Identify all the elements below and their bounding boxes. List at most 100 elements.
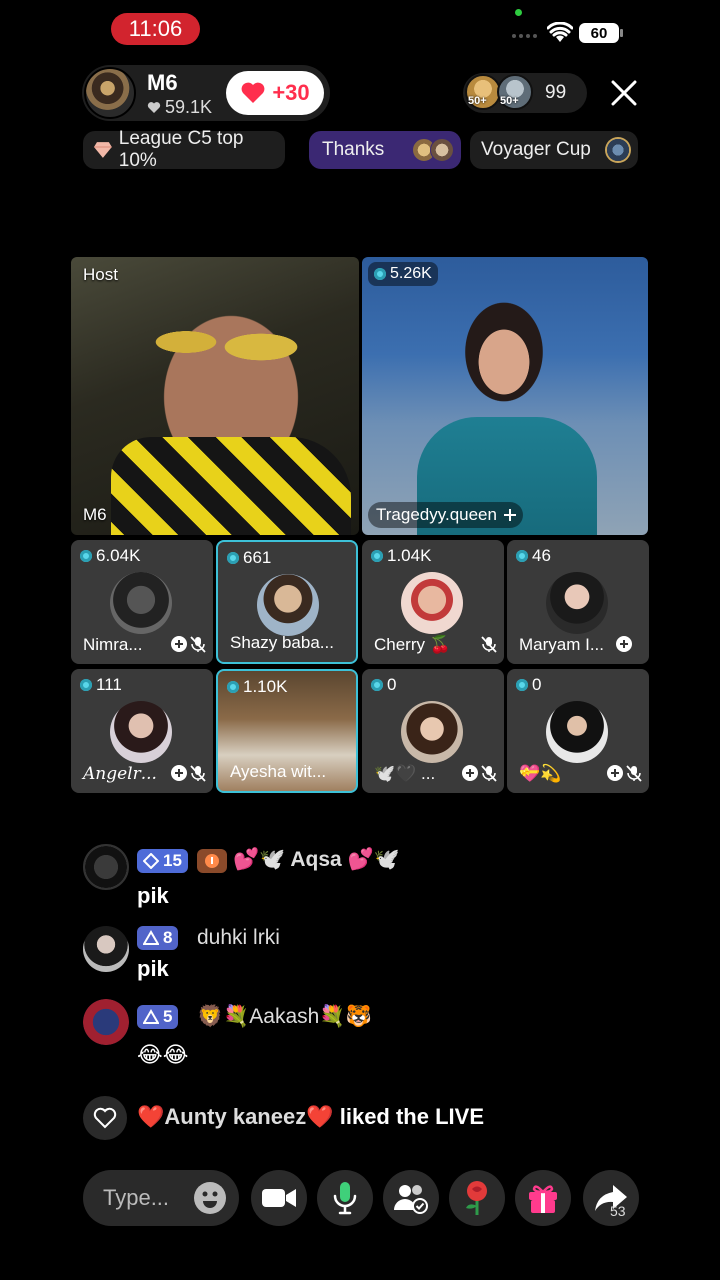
diamond-icon bbox=[516, 550, 528, 562]
guest-tile[interactable]: 1.04K Cherry 🍒 bbox=[362, 540, 504, 664]
fan-badge bbox=[197, 849, 227, 873]
plus-icon[interactable] bbox=[462, 765, 478, 781]
guest-tile[interactable]: 46 Maryam I... bbox=[507, 540, 649, 664]
battery-indicator: 60 bbox=[579, 23, 623, 43]
host-avatar[interactable] bbox=[84, 67, 136, 119]
plus-icon[interactable] bbox=[171, 636, 187, 652]
guest-video-tile[interactable]: 5.26K Tragedyy.queen bbox=[362, 257, 648, 535]
host-video-tile[interactable]: Host M6 bbox=[71, 257, 359, 535]
comment-placeholder: Type... bbox=[103, 1185, 170, 1210]
guest-avatar bbox=[257, 574, 319, 636]
guest-avatar bbox=[110, 701, 172, 763]
diamond-icon bbox=[227, 552, 239, 564]
host-name: M6 bbox=[147, 70, 178, 95]
league-chip[interactable]: League C5 top 10% bbox=[83, 128, 285, 171]
rose-gift-button[interactable] bbox=[449, 1170, 505, 1226]
guest-count: 5.26K bbox=[368, 262, 438, 286]
like-button[interactable]: +30 bbox=[226, 71, 324, 115]
diamond-icon bbox=[371, 679, 383, 691]
fan-badge-icon bbox=[205, 854, 219, 868]
viewer-count: 99 bbox=[545, 82, 567, 103]
wifi-icon bbox=[547, 22, 573, 42]
commenter-name[interactable]: 💕🕊️ Aqsa 💕🕊️ bbox=[233, 848, 400, 872]
liker-name[interactable]: ❤️Aunty kaneez❤️ bbox=[137, 1104, 334, 1129]
guest-name: Cherry 🍒 bbox=[374, 635, 451, 654]
guest-tile[interactable]: 0 🕊️🖤 ... bbox=[362, 669, 504, 793]
microphone-button[interactable] bbox=[317, 1170, 373, 1226]
mic-muted-icon bbox=[481, 765, 497, 782]
guest-tile[interactable]: 111 𝐴𝑛𝑔𝑒𝑙𝑟... bbox=[71, 669, 213, 793]
thanks-label: Thanks bbox=[322, 139, 385, 160]
rose-icon bbox=[466, 1181, 487, 1215]
host-video-image bbox=[111, 437, 351, 535]
gift-button[interactable] bbox=[515, 1170, 571, 1226]
guest-name: Tragedyy.queen bbox=[376, 505, 497, 524]
plus-icon[interactable] bbox=[171, 765, 187, 781]
guest-name: Ayesha wit... bbox=[230, 762, 327, 781]
guest-name: 𝐴𝑛𝑔𝑒𝑙𝑟... bbox=[83, 764, 157, 784]
guest-tile[interactable]: 6.04K Nimra... bbox=[71, 540, 213, 664]
tile-count: 0 bbox=[516, 675, 541, 695]
guest-avatar bbox=[546, 572, 608, 634]
viewer-badge: 50+ bbox=[500, 95, 519, 107]
tile-count: 0 bbox=[371, 675, 396, 695]
commenter-name[interactable]: 🦁💐Aakash💐🐯 bbox=[197, 1005, 372, 1029]
voyager-cup-chip[interactable]: Voyager Cup bbox=[470, 131, 638, 169]
plus-icon[interactable] bbox=[503, 508, 517, 522]
host-tile-name: M6 bbox=[83, 505, 107, 524]
guest-tile[interactable]: 0 💝💫 bbox=[507, 669, 649, 793]
camera-button[interactable] bbox=[251, 1170, 307, 1226]
guest-avatar bbox=[401, 701, 463, 763]
diamond-icon bbox=[374, 268, 386, 280]
guest-name: 💝💫 bbox=[519, 764, 562, 783]
plus-icon[interactable] bbox=[607, 765, 623, 781]
tile-count: 1.10K bbox=[227, 677, 287, 697]
status-time: 11:06 bbox=[111, 13, 200, 45]
diamond-icon bbox=[371, 550, 383, 562]
guest-video-tile[interactable]: 1.10K Ayesha wit... bbox=[216, 669, 358, 793]
level-badge: 15 bbox=[137, 849, 188, 873]
guest-name: Nimra... bbox=[83, 635, 143, 654]
guest-avatar bbox=[401, 572, 463, 634]
guest-name: 🕊️🖤 ... bbox=[374, 764, 436, 783]
comment-text: pik bbox=[137, 956, 169, 981]
cellular-signal-icon bbox=[512, 34, 537, 38]
tile-count: 6.04K bbox=[80, 546, 140, 566]
like-gain: +30 bbox=[272, 80, 310, 105]
gift-icon bbox=[529, 1185, 557, 1213]
guest-tile[interactable]: 661 Shazy baba... bbox=[216, 540, 358, 664]
commenter-avatar[interactable] bbox=[83, 999, 129, 1045]
plus-icon[interactable] bbox=[616, 636, 632, 652]
supporter-avatar bbox=[430, 138, 454, 162]
diamond-icon bbox=[227, 681, 239, 693]
guest-name-pill[interactable]: Tragedyy.queen bbox=[368, 502, 523, 528]
compass-icon bbox=[605, 137, 631, 163]
mic-muted-icon bbox=[190, 636, 206, 653]
commenter-name[interactable]: duhki lrki bbox=[197, 926, 280, 950]
voyager-label: Voyager Cup bbox=[481, 139, 591, 160]
league-label: League C5 top 10% bbox=[118, 128, 244, 171]
diamond-icon bbox=[516, 679, 528, 691]
tile-count: 46 bbox=[516, 546, 551, 566]
tile-count: 1.04K bbox=[371, 546, 431, 566]
heart-icon bbox=[147, 102, 161, 113]
commenter-avatar[interactable] bbox=[83, 926, 129, 972]
guest-name: Shazy baba... bbox=[230, 633, 334, 652]
mic-muted-icon bbox=[626, 765, 642, 782]
liked-notice: ❤️Aunty kaneez❤️ liked the LIVE bbox=[137, 1104, 484, 1130]
guest-avatar bbox=[110, 572, 172, 634]
guest-name: Maryam I... bbox=[519, 635, 605, 654]
mic-muted-icon bbox=[190, 765, 206, 782]
heart-outline-icon bbox=[93, 1107, 117, 1129]
emoji-icon[interactable] bbox=[193, 1181, 227, 1215]
close-icon[interactable] bbox=[608, 77, 640, 109]
mic-muted-icon bbox=[481, 636, 497, 653]
host-likes: 59.1K bbox=[147, 97, 212, 118]
tile-count: 111 bbox=[80, 675, 122, 695]
guests-button[interactable] bbox=[383, 1170, 439, 1226]
video-camera-icon bbox=[262, 1189, 296, 1207]
thanks-chip[interactable]: Thanks bbox=[309, 131, 461, 169]
diamond-icon bbox=[80, 550, 92, 562]
liked-action: liked the LIVE bbox=[339, 1104, 484, 1129]
commenter-avatar[interactable] bbox=[83, 844, 129, 890]
